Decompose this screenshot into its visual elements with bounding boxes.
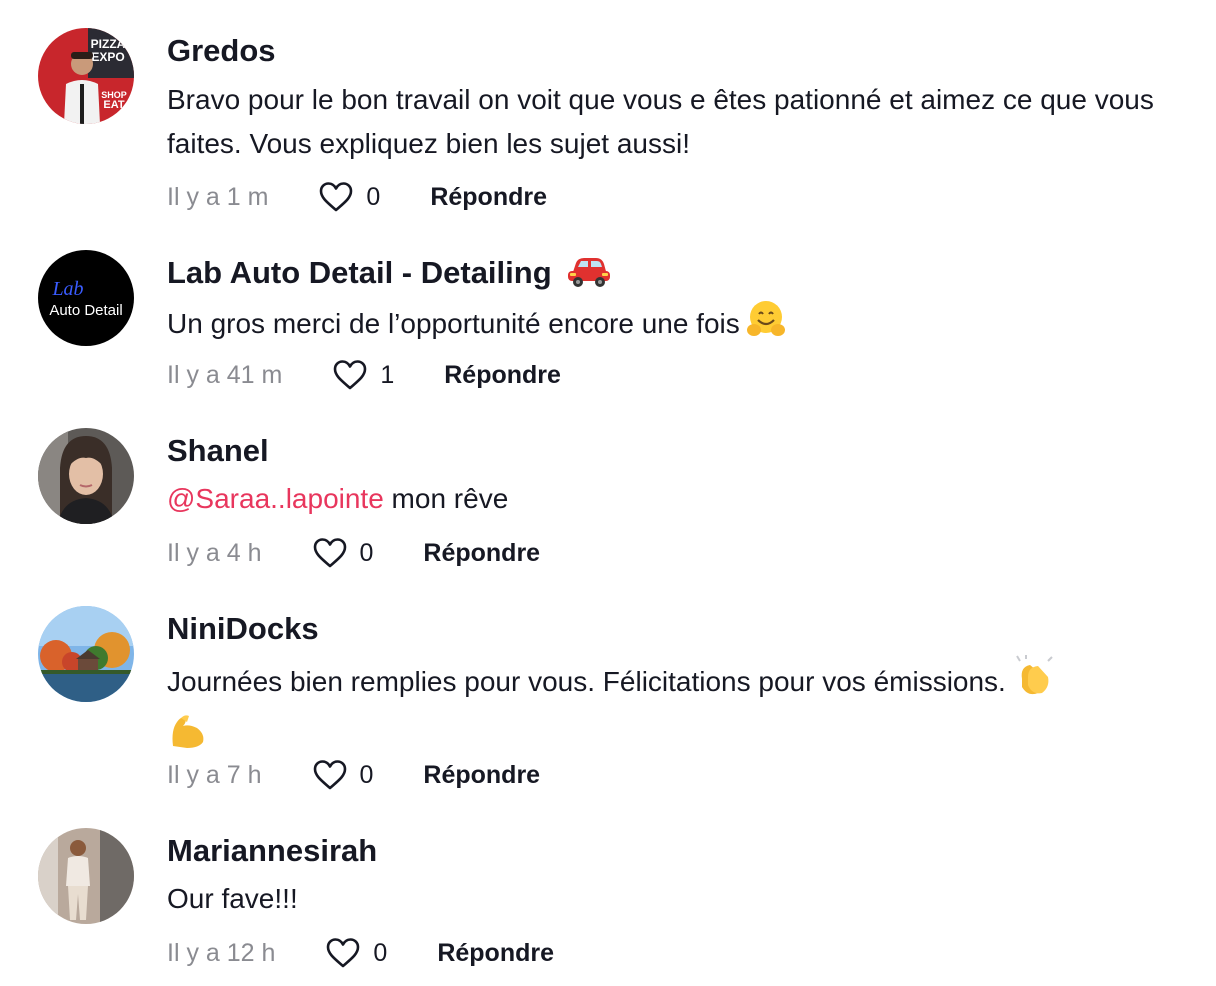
hugging-face-emoji [746,299,786,352]
avatar[interactable] [38,828,134,924]
avatar[interactable] [38,428,134,524]
comment-username[interactable]: Gredos [167,31,276,71]
like-count: 0 [359,538,374,567]
comment-text-body: mon rêve [383,483,509,514]
like-button[interactable]: 0 [325,937,387,969]
like-button[interactable]: 1 [332,359,394,391]
comment-username[interactable]: NiniDocks [167,609,319,649]
like-count: 0 [373,938,388,967]
heart-icon [313,760,346,790]
like-count: 0 [366,182,381,211]
comment-time: Il y a 7 h [167,760,262,789]
avatar[interactable]: Lab Auto Detail [38,250,134,346]
heart-icon [334,360,367,390]
reply-button[interactable]: Répondre [444,361,561,390]
comment-meta: Il y a 4 h 0 Répondre [167,533,540,573]
comment-text-body: Bravo pour le bon travail on voit que vo… [167,84,1154,159]
comment-username[interactable]: Shanel [167,431,269,471]
comment-text-body: Journées bien remplies pour vous. Félici… [167,666,1006,697]
comment-time: Il y a 41 m [167,360,283,389]
comment-text-body: Our fave!!! [167,883,298,914]
comment-time: Il y a 12 h [167,938,276,967]
comment-meta: Il y a 1 m 0 Répondre [167,177,547,217]
avatar-text: PIZZA [91,37,126,51]
comment-meta: Il y a 12 h 0 Répondre [167,933,554,973]
comment-text-body: Un gros merci de l’opportunité encore un… [167,308,740,339]
avatar[interactable] [38,606,134,702]
like-count: 1 [380,360,395,389]
mention-link[interactable]: @Saraa..lapointe [167,483,384,514]
comment-username[interactable]: Lab Auto Detail - Detailing [167,253,612,299]
like-button[interactable]: 0 [318,181,380,213]
clapping-hands-emoji [1012,655,1056,710]
reply-button[interactable]: Répondre [423,761,540,790]
avatar[interactable]: PIZZA EXPO SHOP EAT [38,28,134,124]
heart-icon [327,938,360,968]
comment-meta: Il y a 7 h 0 Répondre [167,755,540,795]
like-button[interactable]: 0 [312,759,374,791]
comment-time: Il y a 4 h [167,538,262,567]
comment-username[interactable]: Mariannesirah [167,831,377,871]
comment-text: @Saraa..lapointe mon rêve [167,477,1167,521]
heart-icon [313,538,346,568]
comment-text: Bravo pour le bon travail on voit que vo… [167,78,1167,166]
like-count: 0 [359,760,374,789]
comment-username-text: Lab Auto Detail - Detailing [167,255,552,290]
avatar-text: Auto Detail [49,302,122,319]
comment-time: Il y a 1 m [167,182,269,211]
comment-text: Journées bien remplies pour vous. Félici… [167,655,1167,763]
comment-meta: Il y a 41 m 1 Répondre [167,355,561,395]
comment-text: Our fave!!! [167,877,1167,921]
comment-text: Un gros merci de l’opportunité encore un… [167,299,1167,352]
avatar-text: EAT [103,99,124,111]
heart-icon [320,182,353,212]
avatar-text: Lab [51,278,83,300]
like-button[interactable]: 0 [312,537,374,569]
reply-button[interactable]: Répondre [430,183,547,212]
reply-button[interactable]: Répondre [423,539,540,568]
avatar-text: EXPO [91,50,124,64]
reply-button[interactable]: Répondre [437,939,554,968]
red-car-emoji [566,253,612,299]
